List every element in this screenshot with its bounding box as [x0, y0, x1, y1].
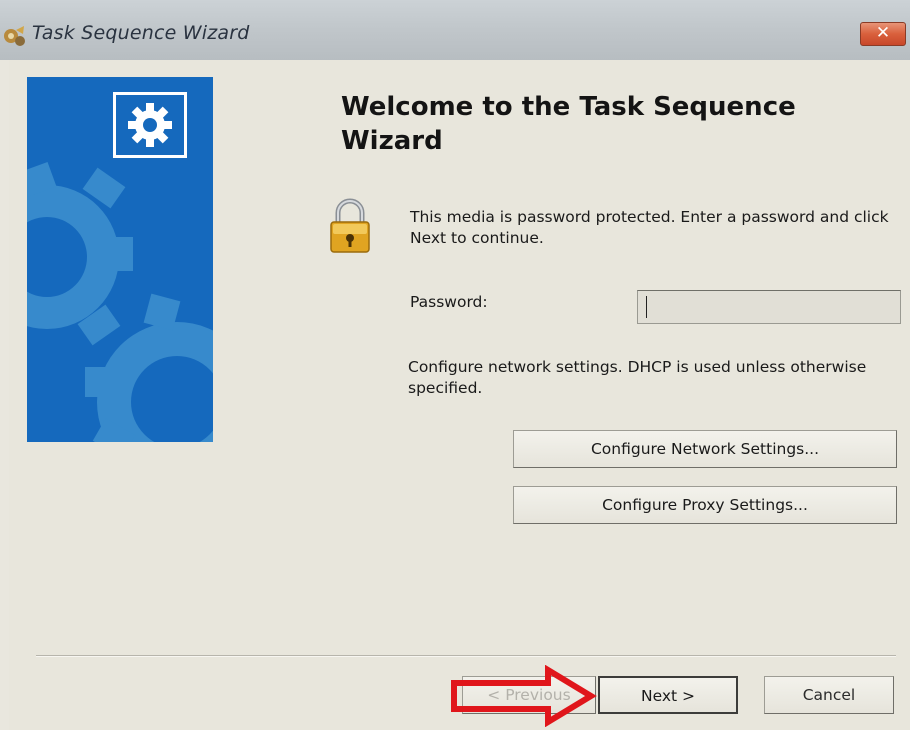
cancel-button[interactable]: Cancel — [764, 676, 894, 714]
window-title: Task Sequence Wizard — [32, 22, 250, 44]
next-button[interactable]: Next > — [598, 676, 738, 714]
task-sequence-wizard-window: Task Sequence Wizard ✕ Welcome to the Ta… — [0, 0, 910, 730]
wizard-app-icon — [4, 26, 25, 46]
gear-icon — [128, 103, 172, 147]
close-button[interactable]: ✕ — [860, 22, 906, 46]
password-instructions: This media is password protected. Enter … — [410, 208, 889, 247]
password-label: Password: — [410, 293, 488, 311]
previous-button[interactable]: < Previous — [462, 676, 596, 714]
footer-divider — [36, 655, 896, 657]
password-field[interactable] — [637, 290, 901, 324]
gear-icon-frame — [113, 92, 187, 158]
wizard-heading: Welcome to the Task Sequence Wizard — [341, 92, 796, 156]
text-caret — [646, 296, 647, 318]
close-icon: ✕ — [875, 23, 891, 43]
configure-network-settings-button[interactable]: Configure Network Settings... — [513, 430, 897, 468]
padlock-icon — [330, 198, 370, 253]
configure-proxy-settings-button[interactable]: Configure Proxy Settings... — [513, 486, 897, 524]
network-settings-description: Configure network settings. DHCP is used… — [408, 358, 867, 397]
title-bar[interactable]: Task Sequence Wizard ✕ — [0, 0, 910, 60]
